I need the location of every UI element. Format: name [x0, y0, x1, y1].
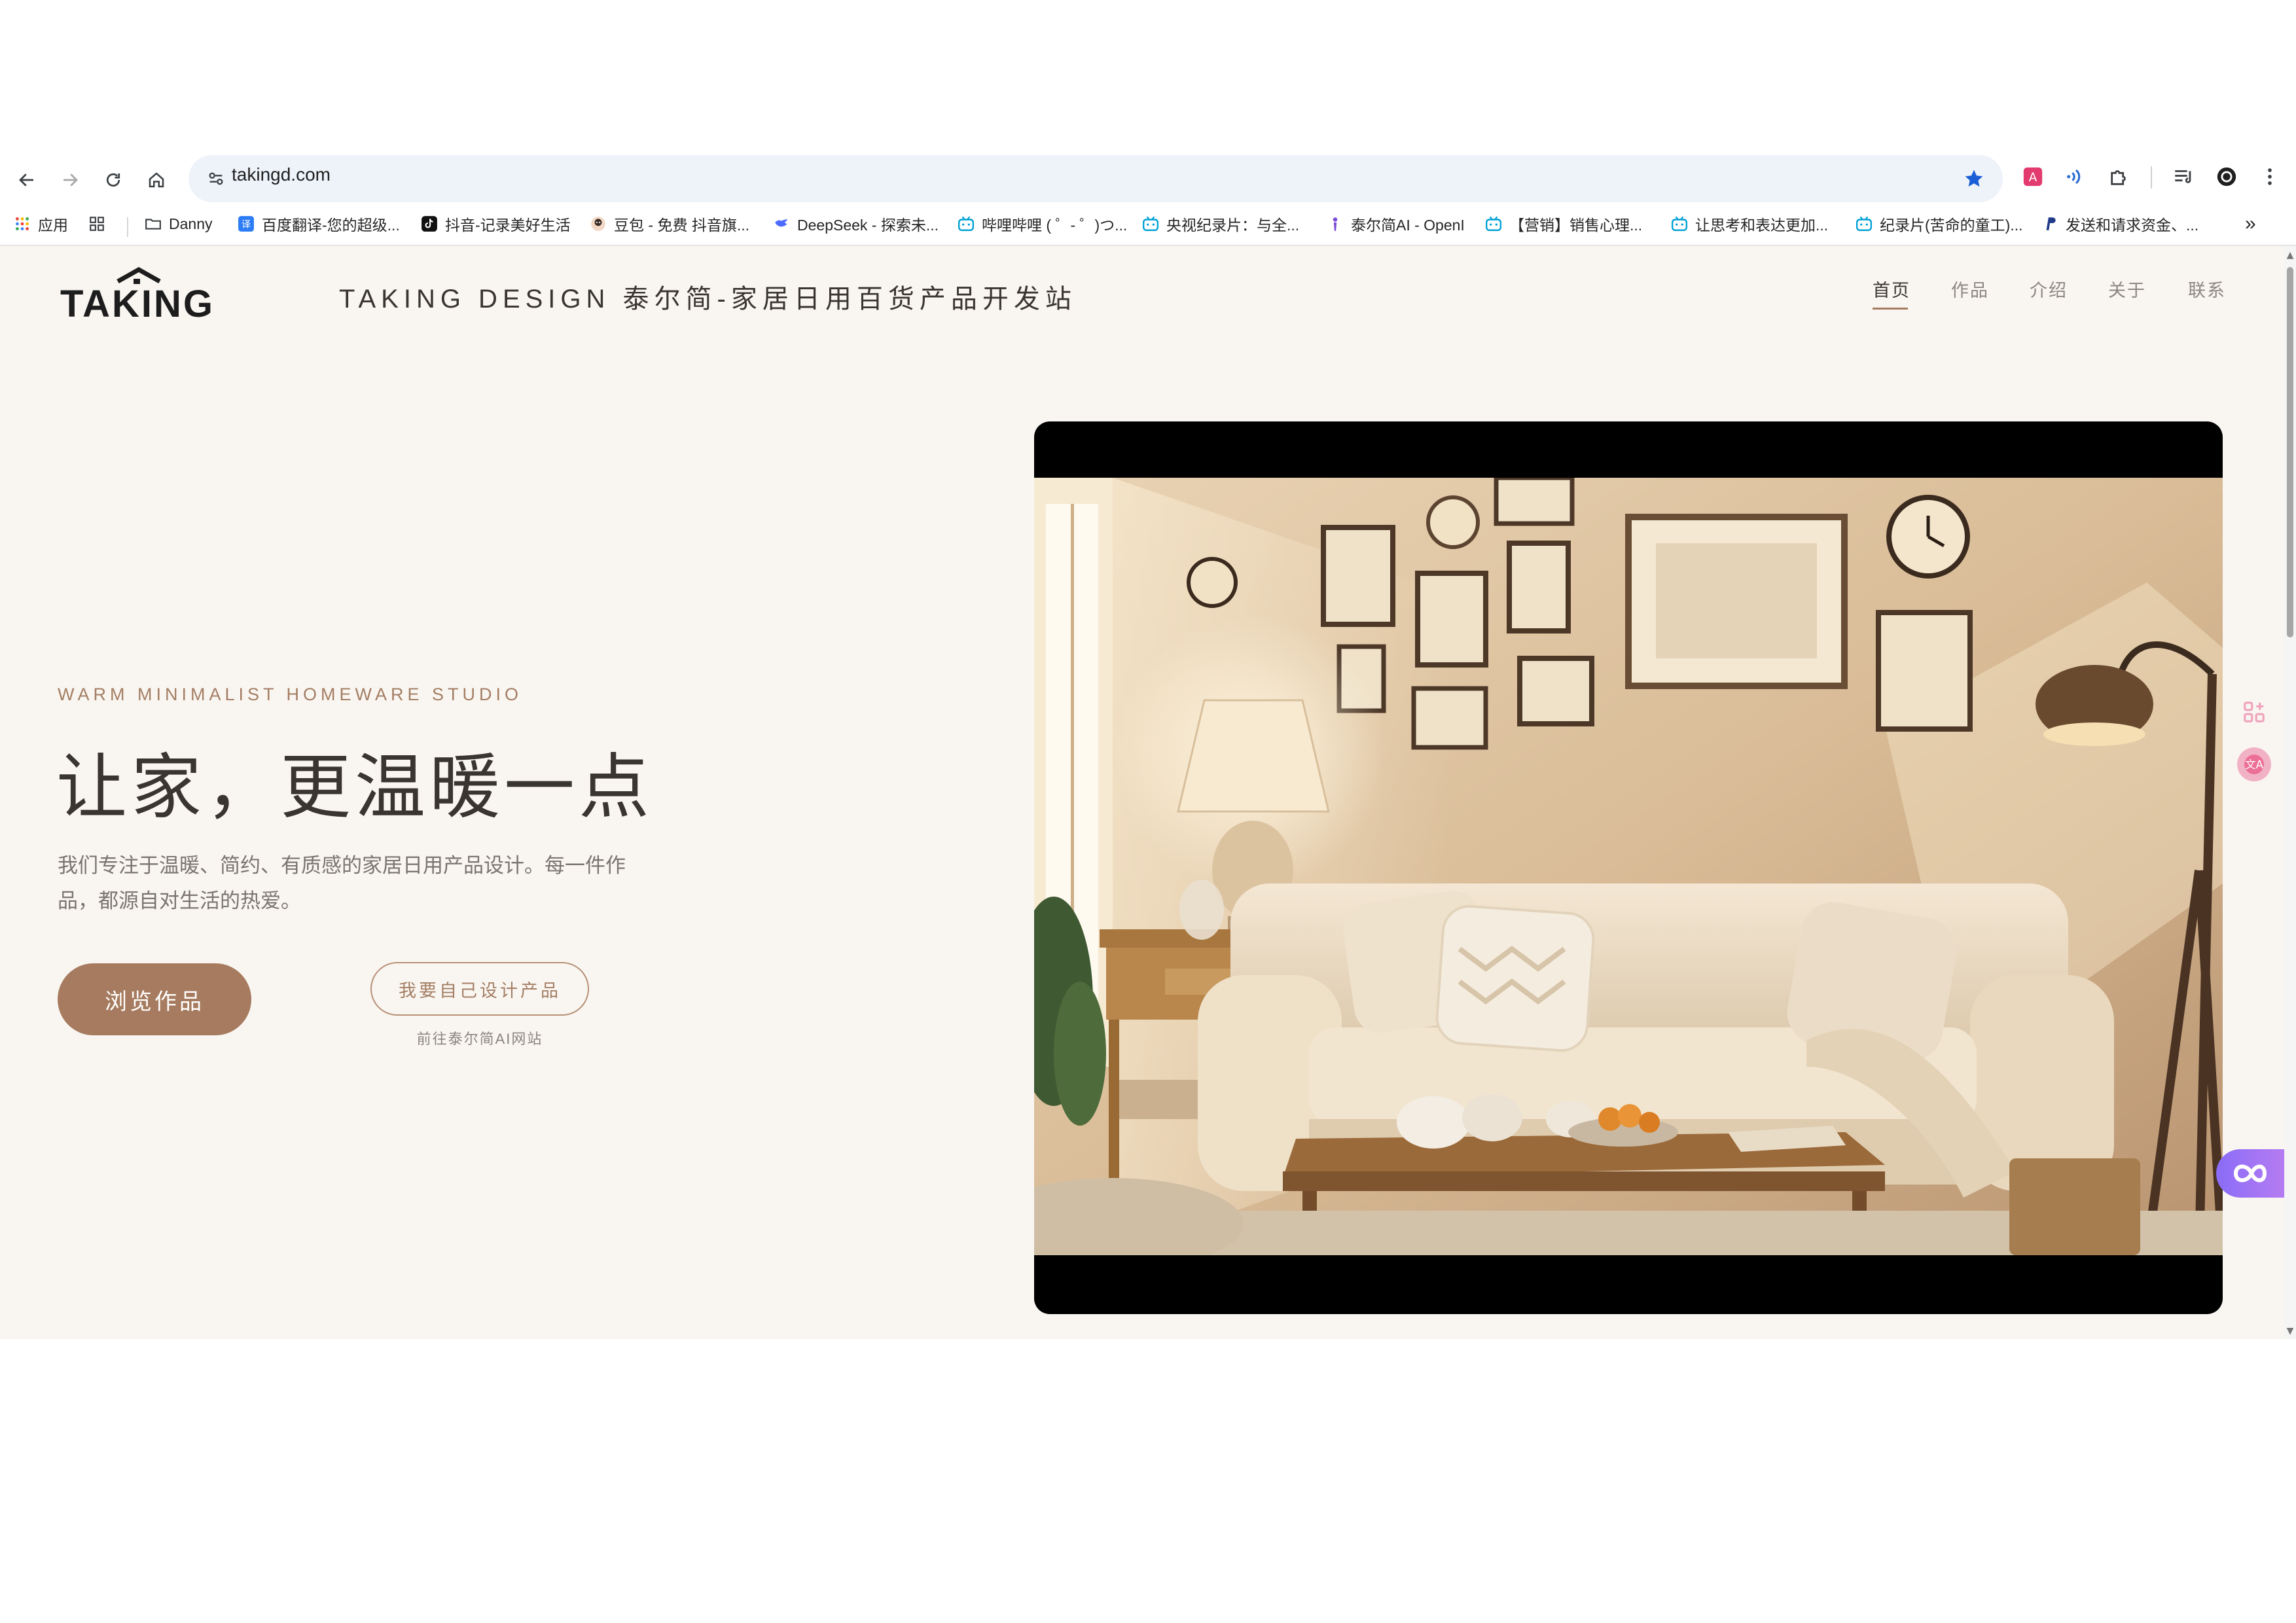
bookmark-bilibili[interactable]: 哔哩哔哩 ( ゜- ゜)つ... — [957, 209, 1127, 238]
bookmark-tab-groups[interactable] — [88, 209, 113, 238]
bookmark-paypal[interactable]: 发送和请求资金、... — [2041, 209, 2198, 238]
bookmark-label: 纪录片(苦命的童工)... — [1880, 217, 2023, 234]
svg-text:文A: 文A — [2245, 758, 2264, 771]
browse-works-button[interactable]: 浏览作品 — [58, 963, 251, 1035]
nav-home[interactable]: 首页 — [1873, 276, 1910, 302]
site-title: TAKING DESIGN 泰尔简-家居日用百货产品开发站 — [339, 285, 1077, 313]
design-product-button[interactable]: 我要自己设计产品 — [370, 962, 589, 1016]
openai-icon — [1326, 215, 1344, 233]
bookmark-thinking[interactable]: 让思考和表达更加... — [1670, 209, 1828, 238]
forward-button[interactable] — [52, 162, 88, 198]
home-button[interactable] — [139, 162, 174, 198]
paypal-icon — [2041, 215, 2059, 233]
bookmark-deepseek[interactable]: DeepSeek - 探索未... — [772, 209, 939, 238]
bookmark-label: 让思考和表达更加... — [1695, 217, 1829, 234]
svg-text:A: A — [2029, 171, 2037, 185]
reload-icon — [106, 173, 120, 187]
bookmark-douyin[interactable]: 抖音-记录美好生活 — [420, 209, 571, 238]
bookmark-label: 抖音-记录美好生活 — [445, 217, 571, 234]
deepseek-icon — [772, 215, 791, 233]
baidu-translate-icon: 译 — [237, 215, 255, 233]
ai-assistant-icon — [2233, 1164, 2267, 1183]
bookmark-apps[interactable]: 应用 — [13, 209, 68, 238]
forward-arrow-icon — [63, 173, 78, 187]
url-text[interactable]: takingd.com — [232, 164, 331, 185]
extension-translate-icon[interactable]: A — [2017, 161, 2049, 192]
nav-contact[interactable]: 联系 — [2188, 276, 2226, 302]
extensions-puzzle-icon[interactable] — [2104, 161, 2135, 192]
profile-avatar-icon[interactable] — [2211, 161, 2242, 192]
bookmark-baidu-translate[interactable]: 译 百度翻译-您的超级... — [237, 209, 400, 238]
bookmarks-bar: 应用 Danny 译 百度翻译-您的超级... 抖音-记录美好生活 豆包 - 免… — [0, 203, 2296, 245]
ai-assistant-button[interactable] — [2216, 1149, 2284, 1198]
logo-wordmark: TAKING — [60, 283, 215, 323]
quick-add-icon[interactable] — [2237, 695, 2271, 729]
bookmark-folder-danny[interactable]: Danny — [144, 209, 212, 238]
bookmark-label: Danny — [169, 215, 213, 232]
bookmark-divider — [127, 217, 128, 237]
bookmark-label: 【营销】销售心理... — [1509, 217, 1643, 234]
scroll-up-icon[interactable]: ▲ — [2284, 249, 2296, 262]
hero-living-room-image — [1034, 478, 2223, 1255]
bookmark-label: 发送和请求资金、... — [2066, 217, 2199, 234]
hero-eyebrow: WARM MINIMALIST HOMEWARE STUDIO — [58, 685, 523, 704]
translate-bubble-icon[interactable]: 文A — [2237, 747, 2271, 781]
bookmark-label: 哔哩哔哩 ( ゜- ゜)つ... — [982, 217, 1128, 234]
page-viewport: TAKING TAKING DESIGN 泰尔简-家居日用百货产品开发站 首页 … — [0, 246, 2284, 1339]
svg-text:译: 译 — [242, 219, 251, 230]
bilibili-icon — [1484, 215, 1503, 233]
folder-icon — [144, 215, 162, 233]
bookmark-marketing[interactable]: 【营销】销售心理... — [1484, 209, 1642, 238]
reload-button[interactable] — [96, 162, 131, 198]
nav-intro[interactable]: 介绍 — [2030, 276, 2068, 302]
bookmark-label: 百度翻译-您的超级... — [262, 217, 400, 234]
bookmarks-overflow-chevron-icon[interactable]: » — [2245, 209, 2256, 238]
home-icon — [149, 172, 164, 188]
doubao-icon — [589, 215, 607, 233]
bookmark-label: 泰尔简AI - OpenI — [1351, 217, 1465, 234]
reading-list-icon[interactable] — [2168, 161, 2199, 192]
nav-active-indicator — [1873, 308, 1908, 310]
back-arrow-icon — [19, 173, 33, 187]
hero-description: 我们专注于温暖、简约、有质感的家居日用产品设计。每一件作品，都源自对生活的热爱。 — [58, 854, 626, 912]
bilibili-icon — [1141, 215, 1160, 233]
address-bar[interactable]: takingd.com — [188, 155, 2003, 202]
scroll-down-icon[interactable]: ▼ — [2284, 1325, 2296, 1338]
bookmark-label: 央视纪录片：与全... — [1166, 217, 1300, 234]
scrollbar-thumb[interactable] — [2287, 267, 2293, 637]
back-button[interactable] — [9, 162, 45, 198]
bookmark-star-icon[interactable] — [1958, 163, 1990, 194]
bookmark-cctv-documentary[interactable]: 央视纪录片：与全... — [1141, 209, 1299, 238]
bilibili-icon — [1670, 215, 1689, 233]
site-logo[interactable]: TAKING — [58, 266, 217, 325]
bookmark-label: DeepSeek - 探索未... — [797, 217, 939, 234]
hero-video-frame[interactable] — [1034, 421, 2223, 1314]
toolbar-divider — [2151, 166, 2152, 188]
nav-about[interactable]: 关于 — [2108, 276, 2146, 302]
browser-toolbar: takingd.com A 应用 Danny 译 百度翻译-您的超级... 抖音… — [0, 147, 2296, 245]
bookmark-doubao[interactable]: 豆包 - 免费 抖音旗... — [589, 209, 749, 238]
apps-grid-icon — [13, 215, 31, 233]
hero-headline: 让家，更温暖一点 — [56, 747, 654, 829]
bilibili-icon — [957, 215, 975, 233]
bilibili-icon — [1855, 215, 1873, 233]
site-info-icon[interactable] — [200, 163, 232, 194]
bookmark-taierjian-ai[interactable]: 泰尔简AI - OpenI — [1326, 209, 1465, 238]
extension-read-aloud-icon[interactable] — [2060, 161, 2092, 192]
douyin-icon — [420, 215, 439, 233]
nav-works[interactable]: 作品 — [1951, 276, 1989, 302]
bookmark-label: 应用 — [38, 217, 68, 234]
bookmark-label: 豆包 - 免费 抖音旗... — [614, 217, 749, 234]
tab-groups-icon — [88, 215, 106, 233]
bookmark-child-labor-doc[interactable]: 纪录片(苦命的童工)... — [1855, 209, 2023, 238]
browser-menu-icon[interactable] — [2254, 161, 2286, 192]
design-product-note: 前往泰尔简AI网站 — [416, 1031, 543, 1047]
